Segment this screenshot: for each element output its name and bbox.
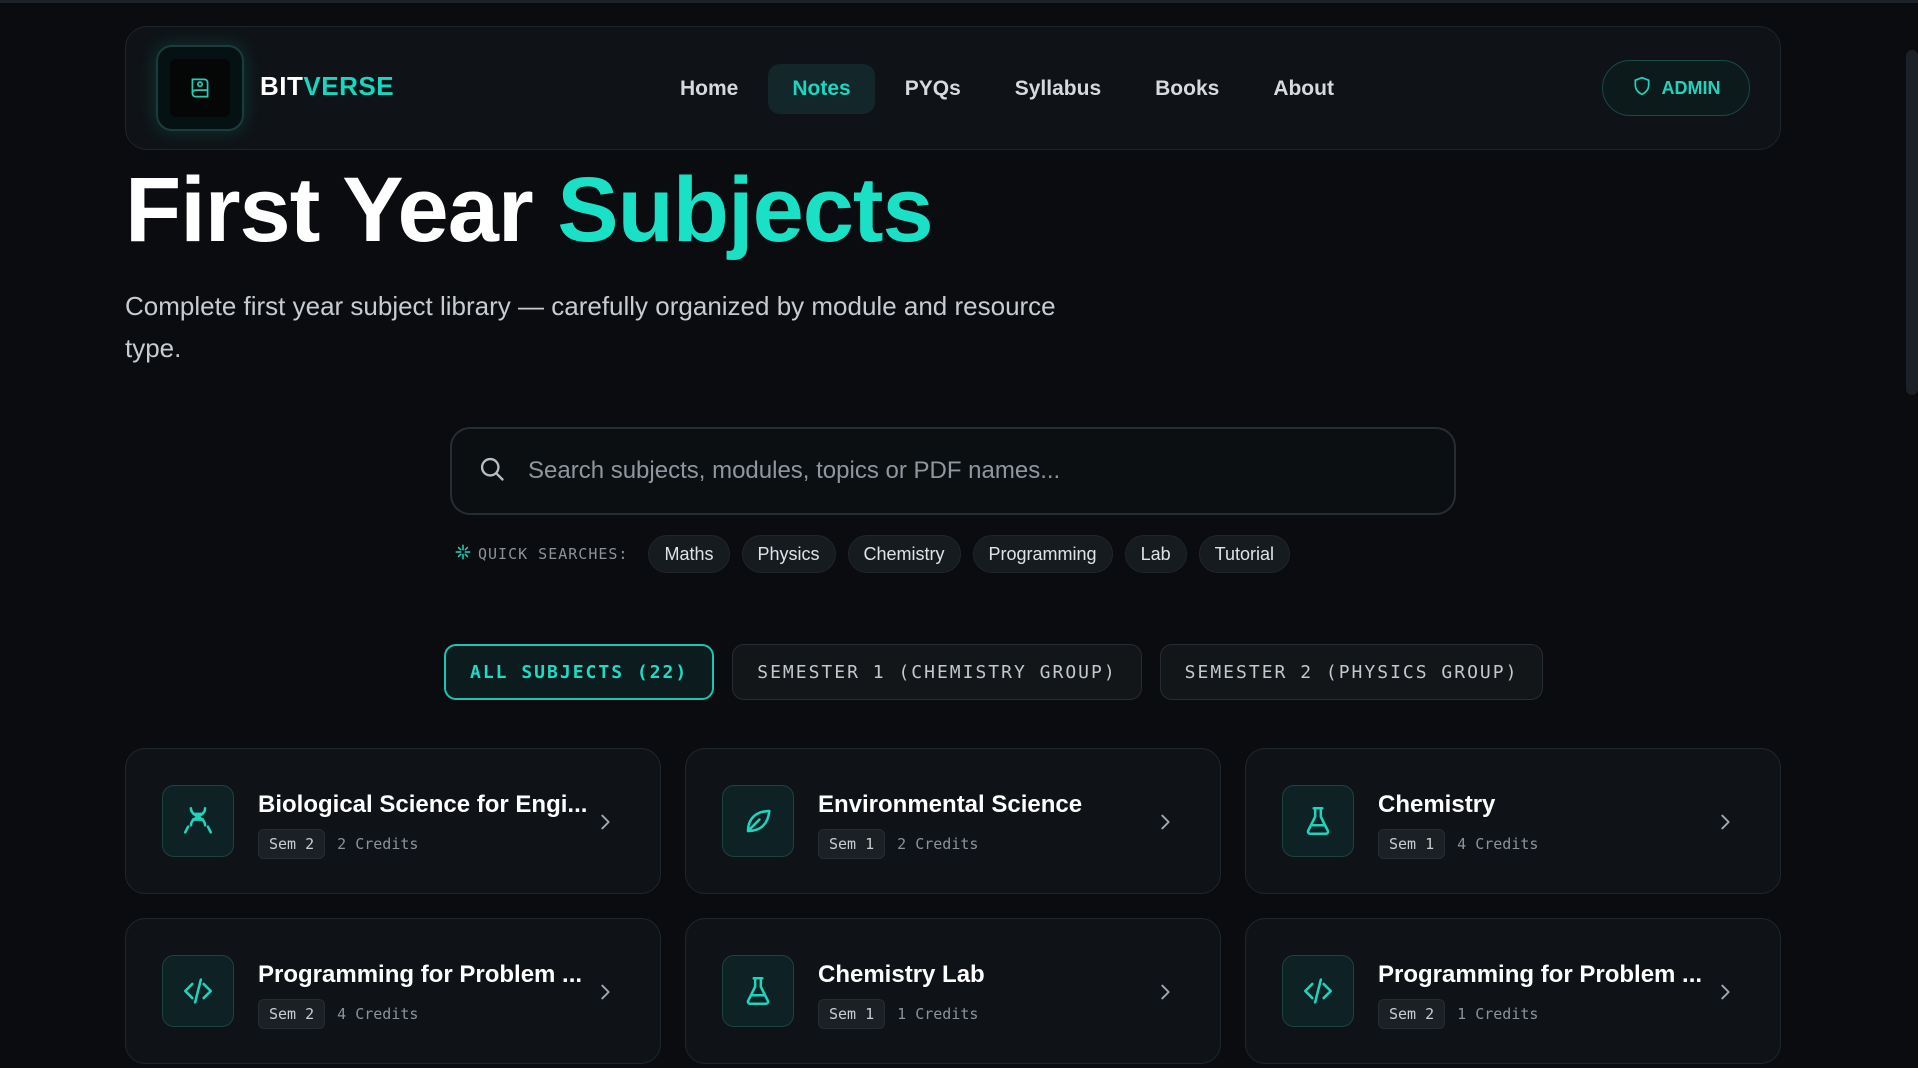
chip-maths[interactable]: Maths — [648, 535, 730, 573]
logo[interactable] — [156, 45, 244, 131]
semester-badge: Sem 2 — [258, 999, 326, 1029]
subject-meta: Sem 2 2 Credits — [258, 829, 418, 859]
credits-text: 4 Credits — [337, 1005, 419, 1023]
navbar: BITVERSE Home Notes PYQs Syllabus Books … — [125, 26, 1781, 150]
brand-name[interactable]: BITVERSE — [260, 71, 394, 102]
subject-meta: Sem 1 1 Credits — [818, 999, 978, 1029]
subject-card[interactable]: Biological Science for Engi... Sem 2 2 C… — [125, 748, 661, 894]
search-box[interactable] — [450, 427, 1456, 515]
search-input[interactable] — [528, 429, 1454, 513]
flask-icon — [1282, 785, 1354, 857]
nav-notes[interactable]: Notes — [768, 64, 875, 114]
subject-card[interactable]: Chemistry Sem 1 4 Credits — [1245, 748, 1781, 894]
filter-semester-1[interactable]: SEMESTER 1 (CHEMISTRY GROUP) — [732, 644, 1142, 700]
logo-book-icon — [170, 59, 230, 117]
semester-badge: Sem 2 — [258, 829, 326, 859]
chevron-right-icon — [1714, 979, 1736, 1005]
title-part-2: Subjects — [557, 159, 933, 261]
chevron-right-icon — [1154, 979, 1176, 1005]
admin-button[interactable]: ADMIN — [1602, 60, 1750, 116]
subject-meta: Sem 1 4 Credits — [1378, 829, 1538, 859]
page-scrollbar[interactable] — [1906, 50, 1918, 395]
chip-chemistry[interactable]: Chemistry — [847, 535, 961, 573]
subject-title: Programming for Problem ... — [1378, 961, 1703, 988]
nav-books[interactable]: Books — [1131, 64, 1243, 114]
semester-badge: Sem 1 — [1378, 829, 1446, 859]
chip-tutorial[interactable]: Tutorial — [1198, 535, 1290, 573]
sparkle-icon — [454, 543, 472, 565]
search-icon — [478, 455, 506, 488]
main-menu: Home Notes PYQs Syllabus Books About — [656, 64, 1358, 114]
quick-searches-text: QUICK SEARCHES: — [478, 545, 629, 563]
code-icon — [162, 955, 234, 1027]
subject-card[interactable]: Environmental Science Sem 1 2 Credits — [685, 748, 1221, 894]
semester-badge: Sem 2 — [1378, 999, 1446, 1029]
nav-home[interactable]: Home — [656, 64, 762, 114]
admin-label: ADMIN — [1661, 77, 1721, 98]
subject-card[interactable]: Programming for Problem ... Sem 2 4 Cred… — [125, 918, 661, 1064]
credits-text: 2 Credits — [337, 835, 419, 853]
page-subtitle: Complete first year subject library — ca… — [125, 291, 1056, 363]
subject-card[interactable]: Programming for Problem ... Sem 2 1 Cred… — [1245, 918, 1781, 1064]
top-border — [0, 0, 1918, 3]
subject-title: Chemistry Lab — [818, 961, 985, 988]
flask-icon — [722, 955, 794, 1027]
nav-syllabus[interactable]: Syllabus — [991, 64, 1125, 114]
shield-icon — [1632, 75, 1652, 102]
chevron-right-icon — [594, 809, 616, 835]
nav-about[interactable]: About — [1249, 64, 1358, 114]
subject-card[interactable]: Chemistry Lab Sem 1 1 Credits — [685, 918, 1221, 1064]
quick-searches-label: QUICK SEARCHES: — [454, 543, 628, 565]
code-icon — [1282, 955, 1354, 1027]
credits-text: 1 Credits — [897, 1005, 979, 1023]
chip-physics[interactable]: Physics — [741, 535, 836, 573]
brand-part-1: BIT — [260, 71, 304, 101]
subject-title: Programming for Problem ... — [258, 961, 583, 988]
credits-text: 4 Credits — [1457, 835, 1539, 853]
subject-meta: Sem 1 2 Credits — [818, 829, 978, 859]
subject-meta: Sem 2 1 Credits — [1378, 999, 1538, 1029]
subject-title: Environmental Science — [818, 791, 1083, 818]
semester-badge: Sem 1 — [818, 999, 886, 1029]
brand-part-2: VERSE — [303, 71, 395, 101]
chip-lab[interactable]: Lab — [1124, 535, 1187, 573]
chip-programming[interactable]: Programming — [972, 535, 1113, 573]
quick-searches: QUICK SEARCHES: Maths Physics Chemistry … — [454, 535, 1290, 573]
nav-pyqs[interactable]: PYQs — [881, 64, 985, 114]
chevron-right-icon — [1154, 809, 1176, 835]
semester-badge: Sem 1 — [818, 829, 886, 859]
filter-semester-2[interactable]: SEMESTER 2 (PHYSICS GROUP) — [1159, 644, 1544, 700]
leaf-icon — [722, 785, 794, 857]
credits-text: 1 Credits — [1457, 1005, 1539, 1023]
chevron-right-icon — [1714, 809, 1736, 835]
title-part-1: First Year — [125, 159, 534, 261]
page-title: First Year Subjects — [125, 159, 934, 261]
credits-text: 2 Credits — [897, 835, 979, 853]
subject-grid: Biological Science for Engi... Sem 2 2 C… — [125, 748, 1781, 1064]
dna-icon — [162, 785, 234, 857]
subject-title: Biological Science for Engi... — [258, 791, 588, 818]
subject-meta: Sem 2 4 Credits — [258, 999, 418, 1029]
subject-title: Chemistry — [1378, 791, 1496, 818]
semester-filters: ALL SUBJECTS (22) SEMESTER 1 (CHEMISTRY … — [444, 644, 1544, 700]
chevron-right-icon — [594, 979, 616, 1005]
filter-all-subjects[interactable]: ALL SUBJECTS (22) — [444, 644, 715, 700]
